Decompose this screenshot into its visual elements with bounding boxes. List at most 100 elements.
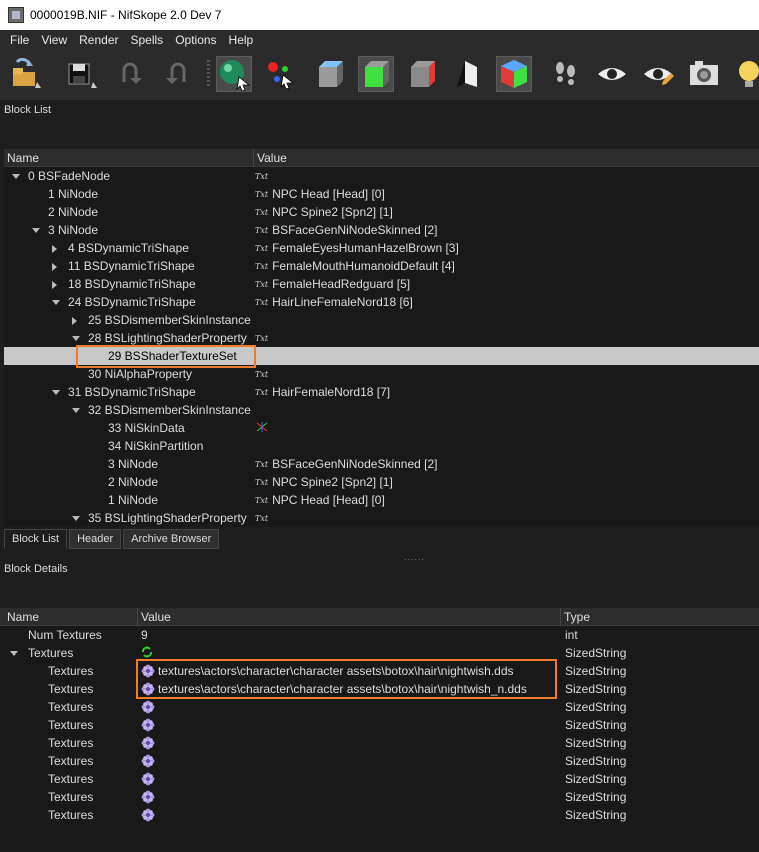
details-column-value[interactable]: Value <box>141 610 171 624</box>
tab-archive-browser[interactable]: Archive Browser <box>123 529 220 549</box>
eye-button[interactable] <box>594 56 630 92</box>
block-row[interactable]: 32 BSDismemberSkinInstance <box>4 401 759 419</box>
block-row[interactable]: 34 NiSkinPartition <box>4 437 759 455</box>
green-cube-button[interactable] <box>358 56 394 92</box>
block-row[interactable]: 25 BSDismemberSkinInstance <box>4 311 759 329</box>
detail-row[interactable]: Textures SizedString <box>0 734 759 752</box>
undo-button[interactable] <box>114 56 150 92</box>
expand-closed-icon[interactable] <box>52 245 57 253</box>
menu-spells[interactable]: Spells <box>125 33 170 47</box>
detail-value-cell[interactable] <box>141 772 158 786</box>
screenshot-button[interactable] <box>686 56 722 92</box>
detail-value-cell[interactable] <box>141 700 158 714</box>
detail-name: Textures <box>48 736 94 750</box>
block-row[interactable]: 3 NiNode Txt BSFaceGenNiNodeSkinned [2] <box>4 221 759 239</box>
save-button[interactable] <box>62 56 98 92</box>
detail-row[interactable]: Num Textures 9 int <box>0 626 759 644</box>
block-row[interactable]: 33 NiSkinData <box>4 419 759 437</box>
block-list-tree[interactable]: Name Value 0 BSFadeNode Txt 1 NiNode Txt NPC… <box>4 149 759 527</box>
expand-open-icon[interactable] <box>32 228 40 233</box>
block-row[interactable]: 31 BSDynamicTriShape Txt HairFemaleNord18 … <box>4 383 759 401</box>
expand-open-icon[interactable] <box>52 390 60 395</box>
eye-edit-button[interactable] <box>640 56 676 92</box>
menu-options[interactable]: Options <box>169 33 222 47</box>
block-value: NPC Head [Head] [0] <box>272 187 385 201</box>
block-row[interactable]: 29 BSShaderTextureSet <box>4 347 759 365</box>
block-row[interactable]: 0 BSFadeNode Txt <box>4 167 759 185</box>
detail-row[interactable]: Textures SizedString <box>0 752 759 770</box>
detail-row[interactable]: Textures textures\actors\character\charac… <box>0 662 759 680</box>
expand-closed-icon[interactable] <box>52 263 57 271</box>
block-row[interactable]: 24 BSDynamicTriShape Txt HairLineFemaleNor… <box>4 293 759 311</box>
block-row[interactable]: 30 NiAlphaProperty Txt <box>4 365 759 383</box>
detail-value-cell[interactable] <box>141 736 158 750</box>
detail-value-cell[interactable] <box>141 718 158 732</box>
block-name: 28 BSLightingShaderProperty <box>88 331 247 345</box>
expand-open-icon[interactable] <box>72 408 80 413</box>
save-icon <box>68 63 97 88</box>
detail-row[interactable]: Textures SizedString <box>0 788 759 806</box>
block-row[interactable]: 28 BSLightingShaderProperty Txt <box>4 329 759 347</box>
detail-row[interactable]: Textures SizedString <box>0 644 759 662</box>
wireframe-button[interactable] <box>450 56 486 92</box>
detail-value-cell[interactable]: 9 <box>141 628 148 642</box>
detail-value-cell[interactable] <box>141 646 153 661</box>
texture-flower-icon <box>141 700 155 714</box>
block-row[interactable]: 1 NiNode Txt NPC Head [Head] [0] <box>4 185 759 203</box>
load-button[interactable] <box>6 56 42 92</box>
blue-cube-button[interactable] <box>312 56 348 92</box>
text-type-icon: Txt <box>255 226 269 235</box>
expand-open-icon[interactable] <box>12 174 20 179</box>
details-column-name[interactable]: Name <box>7 610 39 624</box>
expand-open-icon[interactable] <box>10 651 18 656</box>
detail-row[interactable]: Textures SizedString <box>0 698 759 716</box>
detail-row[interactable]: Textures SizedString <box>0 806 759 824</box>
block-row[interactable]: 2 NiNode Txt NPC Spine2 [Spn2] [1] <box>4 473 759 491</box>
expand-open-icon[interactable] <box>52 300 60 305</box>
detail-row[interactable]: Textures SizedString <box>0 770 759 788</box>
detail-value-cell[interactable] <box>141 754 158 768</box>
expand-closed-icon[interactable] <box>52 281 57 289</box>
block-list-rows: 0 BSFadeNode Txt 1 NiNode Txt NPC Head [Head… <box>4 167 759 527</box>
detail-value: 9 <box>141 628 148 642</box>
expand-open-icon[interactable] <box>72 336 80 341</box>
menu-view[interactable]: View <box>35 33 73 47</box>
detail-value-cell[interactable]: textures\actors\character\character asse… <box>141 682 527 696</box>
block-row[interactable]: 35 BSLightingShaderProperty Txt <box>4 509 759 527</box>
select-vertex-button[interactable] <box>262 56 298 92</box>
undo-icon <box>122 62 142 84</box>
menu-help[interactable]: Help <box>223 33 260 47</box>
block-details-tree[interactable]: Name Value Type Num Textures 9 int Textures… <box>0 608 759 852</box>
detail-value-cell[interactable] <box>141 790 158 804</box>
detail-row[interactable]: Textures SizedString <box>0 716 759 734</box>
lightbulb-button[interactable] <box>733 56 759 92</box>
menu-file[interactable]: File <box>4 33 35 47</box>
detail-value-cell[interactable]: textures\actors\character\character asse… <box>141 664 514 678</box>
detail-row[interactable]: Textures textures\actors\character\charac… <box>0 680 759 698</box>
detail-value-cell[interactable] <box>141 808 158 822</box>
details-column-type[interactable]: Type <box>564 610 590 624</box>
menu-render[interactable]: Render <box>73 33 124 47</box>
column-header-value[interactable]: Value <box>257 151 287 165</box>
footprints-button[interactable] <box>548 56 584 92</box>
splitter-handle[interactable]: ...... <box>404 552 425 562</box>
tab-block-list[interactable]: Block List <box>4 529 68 549</box>
detail-type: SizedString <box>565 790 627 804</box>
block-row[interactable]: 1 NiNode Txt NPC Head [Head] [0] <box>4 491 759 509</box>
expand-open-icon[interactable] <box>72 516 80 521</box>
select-object-button[interactable] <box>216 56 252 92</box>
column-header-name[interactable]: Name <box>7 151 39 165</box>
block-row[interactable]: 4 BSDynamicTriShape Txt FemaleEyesHumanHaz… <box>4 239 759 257</box>
redo-button[interactable] <box>158 56 194 92</box>
detail-type: SizedString <box>565 736 627 750</box>
colored-cube-button[interactable] <box>496 56 532 92</box>
block-row[interactable]: 3 NiNode Txt BSFaceGenNiNodeSkinned [2] <box>4 455 759 473</box>
block-value: NPC Head [Head] [0] <box>272 493 385 507</box>
block-row[interactable]: 2 NiNode Txt NPC Spine2 [Spn2] [1] <box>4 203 759 221</box>
tab-header[interactable]: Header <box>69 529 122 549</box>
red-cube-button[interactable] <box>404 56 440 92</box>
block-row[interactable]: 18 BSDynamicTriShape Txt FemaleHeadRedguar… <box>4 275 759 293</box>
block-row[interactable]: 11 BSDynamicTriShape Txt FemaleMouthHumano… <box>4 257 759 275</box>
expand-closed-icon[interactable] <box>72 317 77 325</box>
texture-flower-icon <box>141 718 155 732</box>
